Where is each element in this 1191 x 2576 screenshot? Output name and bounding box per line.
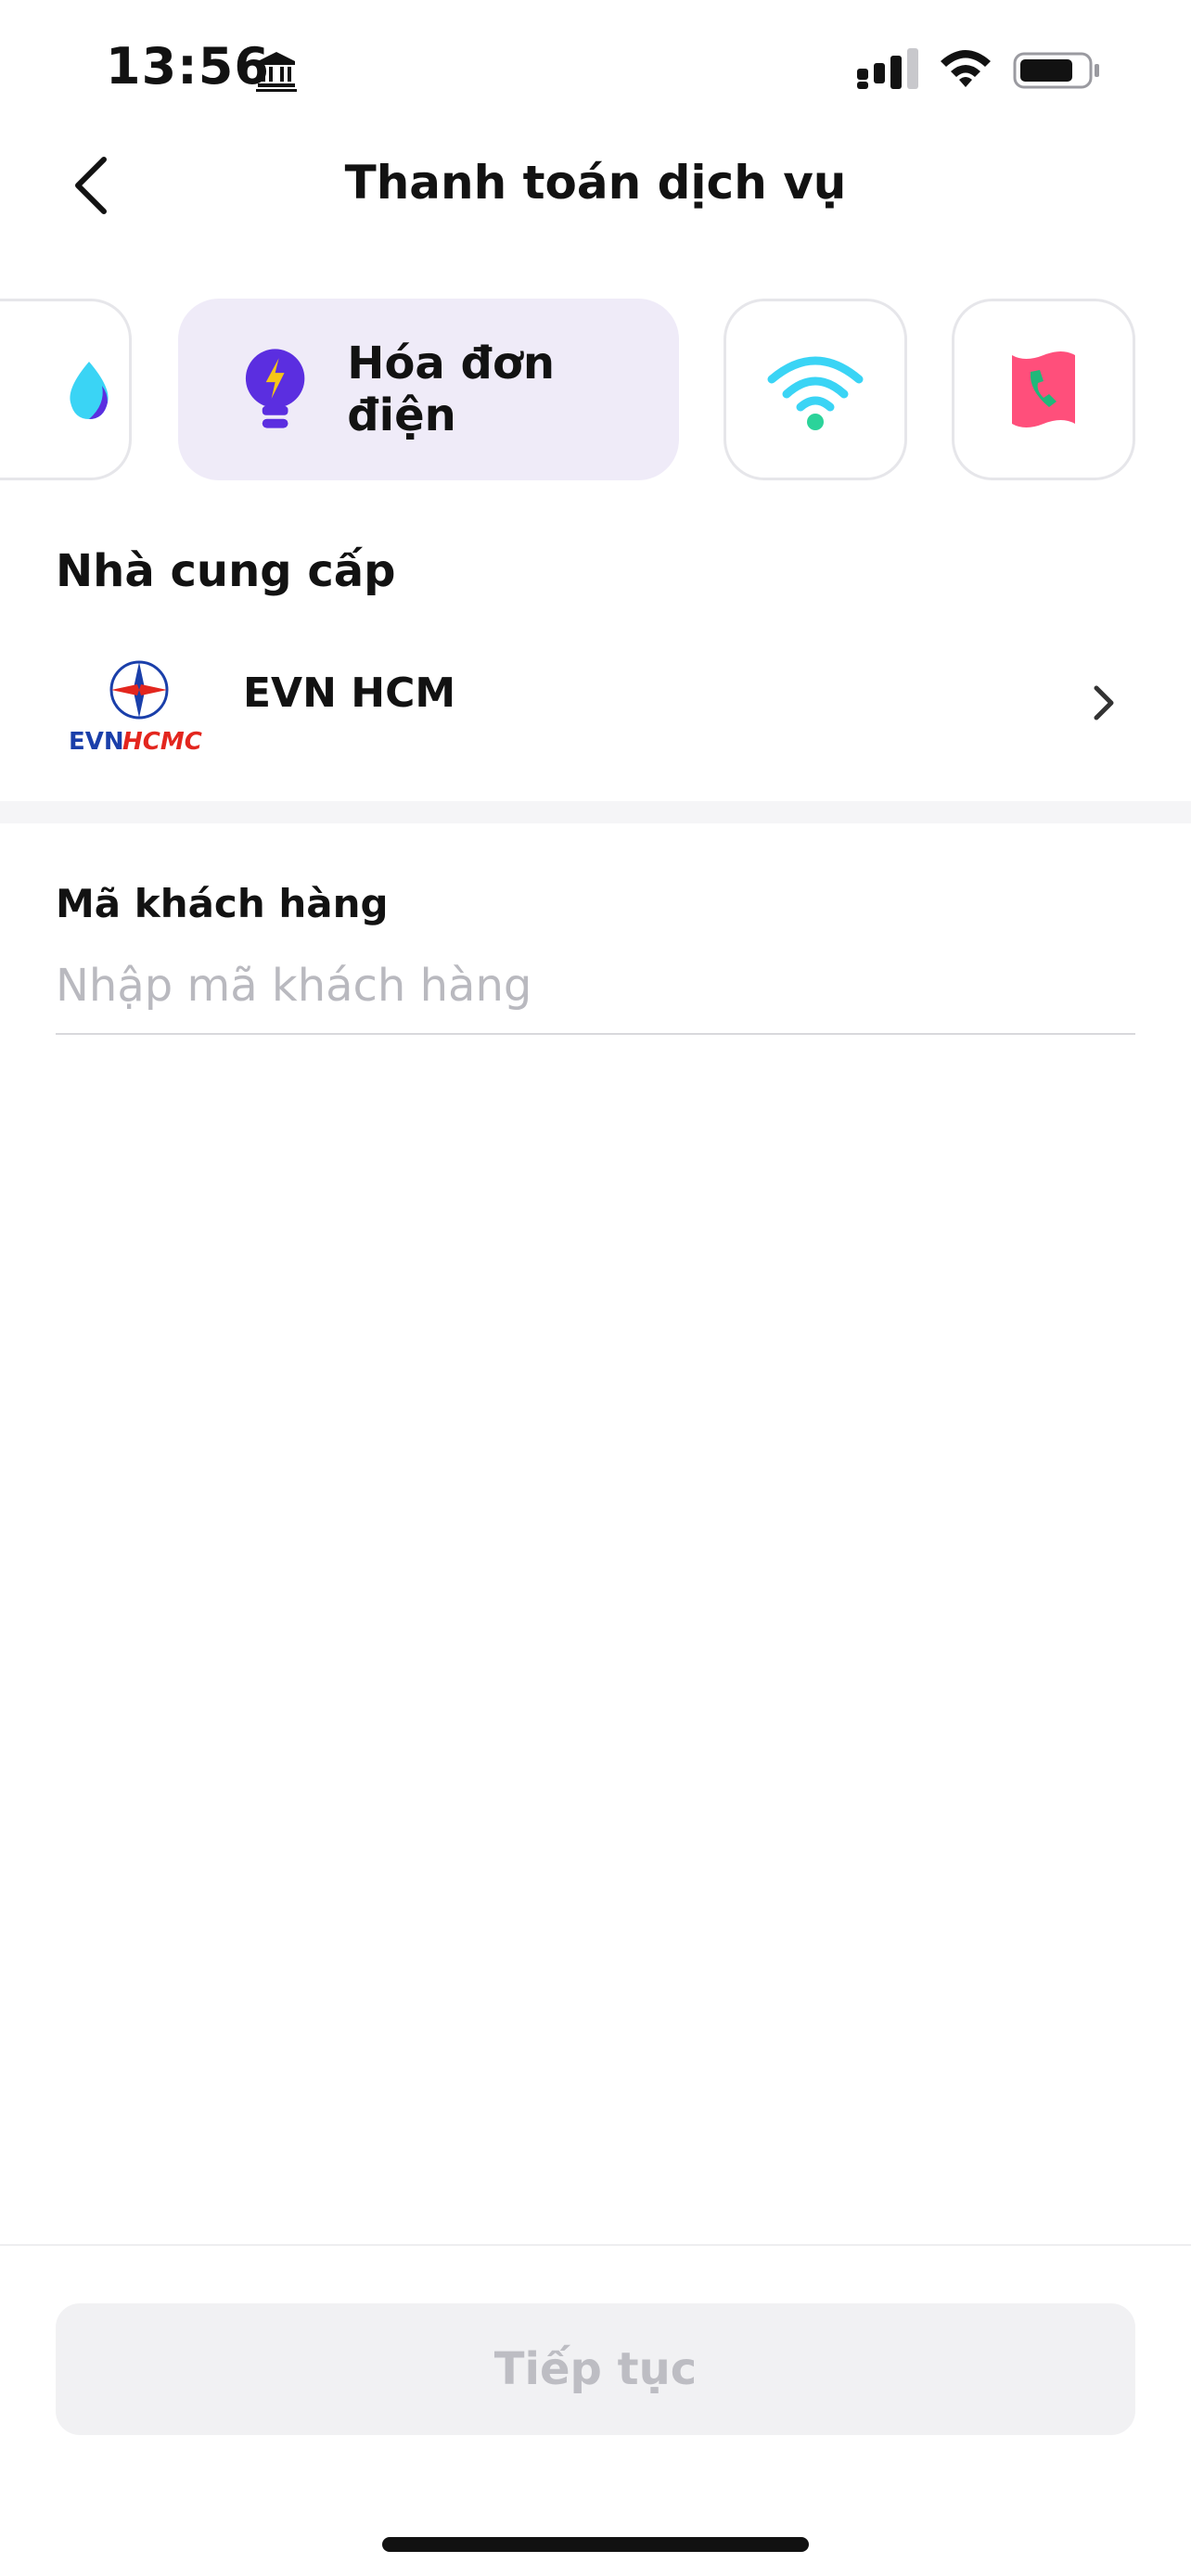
- input-underline: [56, 1033, 1135, 1035]
- wifi-status-icon: [941, 50, 991, 87]
- category-chip-phone[interactable]: [952, 299, 1135, 480]
- wifi-icon: [767, 356, 864, 430]
- category-label-electricity: Hóa đơn điện: [347, 338, 556, 441]
- lightbulb-icon: [245, 349, 305, 428]
- provider-section-label: Nhà cung cấp: [56, 545, 396, 597]
- svg-text:HCMC: HCMC: [122, 728, 202, 756]
- customer-code-input[interactable]: [56, 944, 1135, 1027]
- water-drop-icon: [70, 362, 109, 419]
- bank-icon: [256, 52, 297, 92]
- provider-name: EVN HCM: [243, 670, 456, 717]
- battery-icon: [1013, 52, 1099, 89]
- page-title: Thanh toán dịch vụ: [344, 156, 847, 210]
- section-separator: [0, 801, 1191, 823]
- category-chip-water[interactable]: [0, 299, 132, 480]
- evn-hcmc-logo: EVN HCMC: [69, 660, 202, 756]
- category-chip-electricity[interactable]: Hóa đơn điện: [178, 299, 679, 480]
- customer-code-label: Mã khách hàng: [56, 881, 389, 926]
- chevron-right-icon[interactable]: [1085, 681, 1122, 725]
- status-time: 13:56: [106, 37, 270, 96]
- category-chip-internet[interactable]: [724, 299, 907, 480]
- continue-button[interactable]: Tiếp tục: [56, 2303, 1135, 2435]
- footer-divider: [0, 2244, 1191, 2246]
- phone-ticket-icon: [1012, 351, 1075, 427]
- svg-text:EVN: EVN: [69, 728, 124, 756]
- signal-icon: [857, 48, 918, 89]
- home-indicator: [382, 2537, 809, 2552]
